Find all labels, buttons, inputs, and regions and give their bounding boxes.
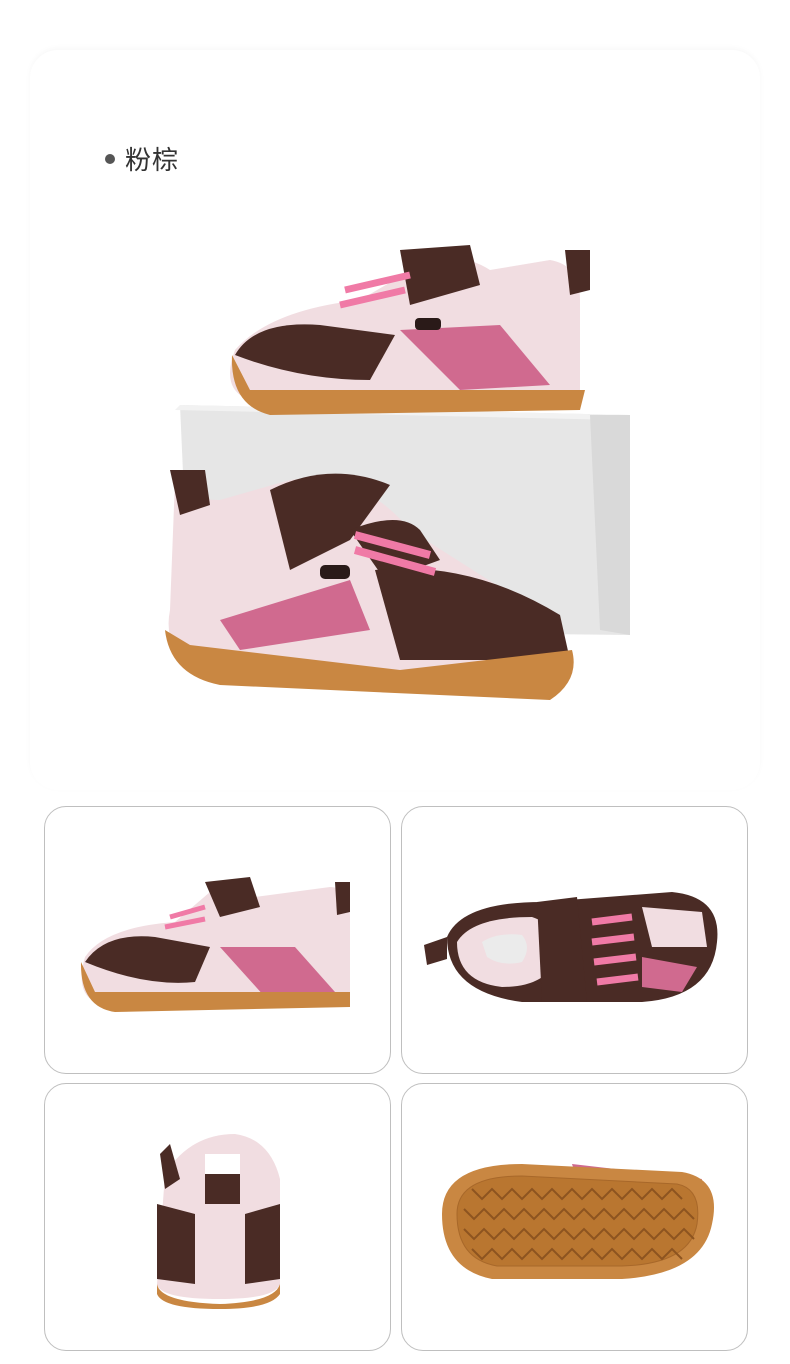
bullet-dot-icon bbox=[105, 153, 115, 164]
shoe-sole-view-image bbox=[442, 1164, 714, 1279]
gallery-tile-top[interactable] bbox=[401, 806, 748, 1074]
gallery-tile-side[interactable] bbox=[44, 806, 391, 1074]
shoe-back-view-image bbox=[157, 1134, 280, 1309]
gallery-tile-back[interactable] bbox=[44, 1083, 391, 1351]
upper-shoe bbox=[230, 245, 590, 415]
color-option-label: 粉棕 bbox=[105, 140, 179, 177]
gallery-tile-sole[interactable] bbox=[401, 1083, 748, 1351]
color-name: 粉棕 bbox=[125, 146, 180, 176]
shoe-top-view-image bbox=[424, 892, 718, 1002]
hero-shoe-image bbox=[165, 245, 630, 700]
shoe-side-view-image bbox=[80, 877, 351, 1012]
